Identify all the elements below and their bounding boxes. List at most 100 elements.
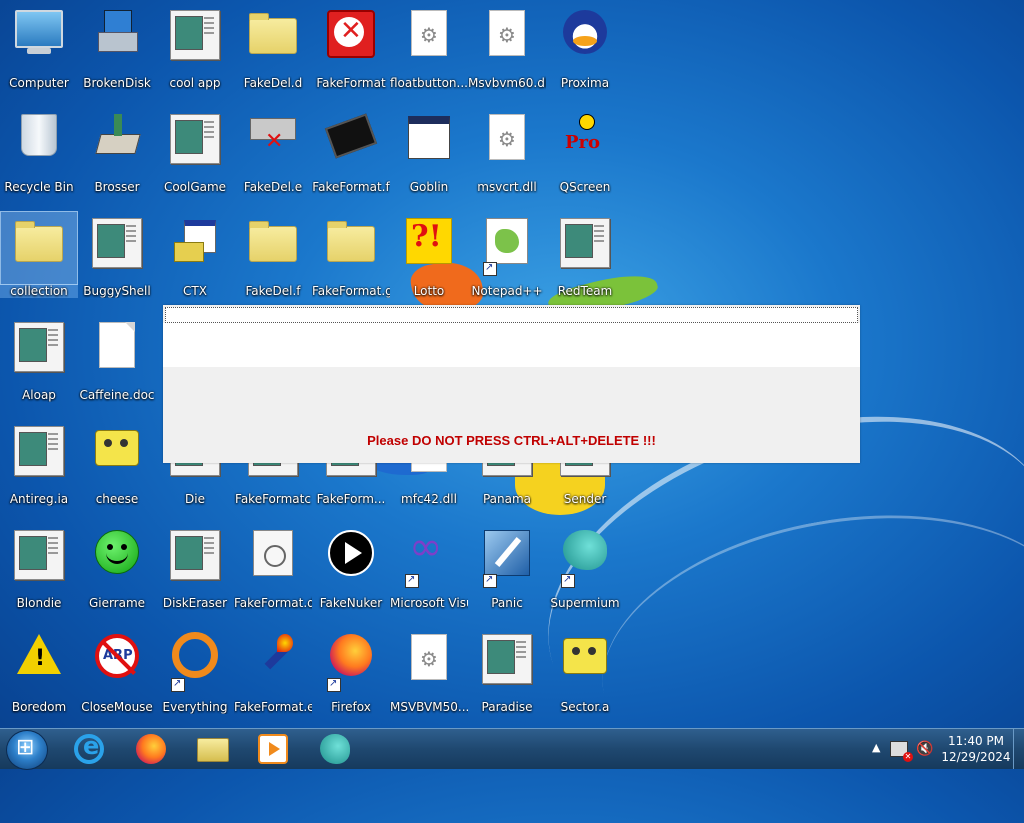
broken-disk-icon <box>94 10 140 54</box>
desktop-icon-msvbvm50[interactable]: MSVBVM50.... <box>390 628 468 728</box>
desktop-icon-gierrame[interactable]: Gierrame <box>78 524 156 624</box>
system-tray: ▲ 🔇 11:40 PM 12/29/2024 <box>864 729 1024 769</box>
desktop-icon-supermium[interactable]: Supermium <box>546 524 624 624</box>
desktop-icon-label: FakeDel.e <box>243 180 303 194</box>
desktop-icon-antiregia[interactable]: Antirеg.ia <box>0 420 78 520</box>
icon-box <box>79 420 155 492</box>
desktop-icon-label: FakeNuker <box>319 596 383 610</box>
desktop-icon-coolgame[interactable]: CoolGame <box>156 108 234 208</box>
desktop-icon-goblin[interactable]: Goblin <box>390 108 468 208</box>
desktop-icon-ctx[interactable]: CTX <box>156 212 234 312</box>
desktop-icon-collection[interactable]: collection <box>0 211 78 312</box>
desktop-icon-notepadpp[interactable]: Notepad++ <box>468 212 546 312</box>
desktop-icon-fakeformat-e[interactable]: FakeFormat.e <box>234 628 312 728</box>
icon-box <box>469 212 545 284</box>
desktop-icon-diskeraser[interactable]: DiskEraser <box>156 524 234 624</box>
desktop-icon-qscreen[interactable]: QScreen <box>546 108 624 208</box>
desktop-icon-label: FakeFormatc <box>235 492 311 506</box>
smiley-icon <box>95 530 139 574</box>
desktop-icon-fakeformatd[interactable]: FakeFormat.d <box>234 524 312 624</box>
taskbar-firefox[interactable] <box>128 732 174 766</box>
dialog-titlebar[interactable] <box>165 307 858 323</box>
desktop-icon-msvcrt[interactable]: msvcrt.dll <box>468 108 546 208</box>
play-circle-icon <box>328 530 374 576</box>
desktop-icon-firefox[interactable]: Firefox <box>312 628 390 728</box>
desktop-icon-label: Brosser <box>94 180 140 194</box>
desktop-icon-buggyshell[interactable]: BuggyShell <box>78 212 156 312</box>
show-desktop-button[interactable] <box>1013 729 1024 769</box>
desktop-icon-fakeformat-g[interactable]: FakeFormat.g <box>312 212 390 312</box>
desktop-icon-label: Boredom <box>11 700 67 714</box>
icon-box <box>157 212 233 284</box>
desktop-icon-label: Sector.a <box>560 700 610 714</box>
desktop-icon-caffeine[interactable]: Caffeine.doc <box>78 316 156 416</box>
window-app-icon <box>14 530 64 580</box>
clock[interactable]: 11:40 PM 12/29/2024 <box>940 733 1012 765</box>
desktop-icon-fakedel-e[interactable]: FakeDel.e <box>234 108 312 208</box>
start-button[interactable] <box>6 730 48 770</box>
desktop-icon-msvbvm60[interactable]: Msvbvm60.dll <box>468 4 546 104</box>
pro-icon <box>563 114 607 158</box>
shortcut-arrow-icon <box>171 678 185 692</box>
taskbar-media-player[interactable] <box>250 732 296 766</box>
desktop-icon-fakedel-f[interactable]: FakeDel.f <box>234 212 312 312</box>
desktop-icon-label: Goblin <box>409 180 449 194</box>
desktop-icon-coolapp[interactable]: cool app <box>156 4 234 104</box>
desktop-icon-cheese[interactable]: cheese <box>78 420 156 520</box>
desktop-icon-paradise[interactable]: Paradise <box>468 628 546 728</box>
desktop-icon-fakeformat[interactable]: FakeFormat <box>312 4 390 104</box>
icon-box <box>547 108 623 180</box>
desktop-icon-brosser[interactable]: Brosser <box>78 108 156 208</box>
desktop-icon-floatbutton[interactable]: floatbutton... <box>390 4 468 104</box>
desktop-icon-label: FakeFormat.d <box>234 596 312 610</box>
desktop-icon-fakenuker[interactable]: FakeNuker <box>312 524 390 624</box>
shortcut-arrow-icon <box>405 574 419 588</box>
volume-muted-icon[interactable]: 🔇 <box>916 741 933 757</box>
icon-box <box>157 108 233 180</box>
desktop-icon-blondie[interactable]: Blondie <box>0 524 78 624</box>
chip-icon <box>324 113 378 159</box>
icon-box <box>469 524 545 596</box>
desktop-icon-boredom[interactable]: Boredom <box>0 628 78 728</box>
icon-box <box>313 4 389 76</box>
desktop-icon-redteam[interactable]: RedTeam <box>546 212 624 312</box>
window-app-icon <box>92 218 142 268</box>
desktop-icon-closemouse[interactable]: CloseMouse <box>78 628 156 728</box>
taskbar-explorer[interactable] <box>190 732 236 766</box>
network-disconnected-icon[interactable] <box>890 741 913 762</box>
desktop-icon-proxima[interactable]: Proxima <box>546 4 624 104</box>
taskbar-supermium[interactable] <box>312 732 358 766</box>
desktop-icon-label: RedTeam <box>557 284 613 298</box>
desktop-icon-lotto[interactable]: Lotto <box>390 212 468 312</box>
show-hidden-icons-button[interactable]: ▲ <box>872 741 880 754</box>
icon-box <box>1 108 77 180</box>
desktop-icon-fakeformat-f[interactable]: FakeFormat.f <box>312 108 390 208</box>
desktop-icon-recyclebin[interactable]: Recycle Bin <box>0 108 78 208</box>
taskbar-ie[interactable] <box>66 732 112 766</box>
media-player-icon <box>258 734 288 764</box>
desktop-icon-label: CoolGame <box>163 180 227 194</box>
desktop-icon-sectora[interactable]: Sector.a <box>546 628 624 728</box>
desktop-icon-fakedel-d[interactable]: FakeDel.d <box>234 4 312 104</box>
supermium-icon <box>563 530 607 570</box>
desktop-icon-msvs[interactable]: Microsoft Visual Stud... <box>390 524 468 624</box>
gear-file-icon <box>411 10 447 56</box>
icon-box <box>313 628 389 700</box>
desktop-icon-aloap[interactable]: Aloap <box>0 316 78 416</box>
window-app-icon <box>14 426 64 476</box>
desktop-icon-label: FakeDel.f <box>245 284 301 298</box>
file-explorer-icon <box>197 738 229 762</box>
desktop-icon-panic[interactable]: Panic <box>468 524 546 624</box>
desktop-icon-brokendisk[interactable]: BrokenDisk <box>78 4 156 104</box>
desktop-icon-label: Lotto <box>413 284 445 298</box>
icon-box <box>79 628 155 700</box>
desktop-icon-label: Microsoft Visual Stud... <box>390 596 468 610</box>
icon-box <box>1 628 77 700</box>
desktop-icon-computer[interactable]: Computer <box>0 4 78 104</box>
duck-icon <box>563 10 607 54</box>
icon-box <box>0 211 78 285</box>
folder-icon <box>249 221 297 262</box>
computer-icon <box>15 10 63 54</box>
desktop-icon-everything[interactable]: Everything <box>156 628 234 728</box>
icon-box <box>469 4 545 76</box>
